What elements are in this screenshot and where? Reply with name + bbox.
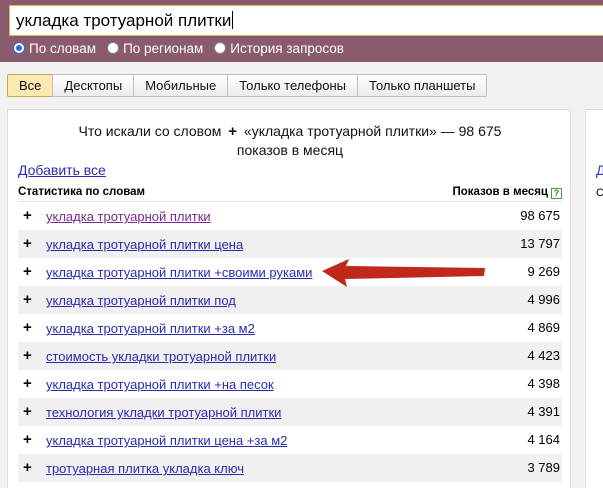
tab-mobile[interactable]: Мобильные bbox=[133, 74, 229, 97]
help-icon[interactable]: ? bbox=[551, 188, 562, 199]
associations-header: С bbox=[596, 187, 603, 199]
shows-count: 98 675 bbox=[520, 208, 560, 223]
associations-add-link[interactable]: Д bbox=[596, 162, 603, 178]
phrase-link[interactable]: укладка тротуарной плитки +за м2 bbox=[46, 315, 255, 343]
table-row: + укладка тротуарной плитки цена +за м2 … bbox=[18, 426, 562, 454]
search-input[interactable]: укладка тротуарной плитки bbox=[9, 5, 603, 36]
search-header: укладка тротуарной плитки По словам По р… bbox=[0, 0, 603, 62]
radio-by-regions[interactable]: По регионам bbox=[107, 41, 203, 56]
text-caret bbox=[232, 11, 234, 29]
shows-count: 4 391 bbox=[527, 404, 560, 419]
table-row: + тротуарная плитка укладка ключ 3 789 bbox=[18, 454, 562, 482]
table-row: + укладка тротуарной плитки +на песок 4 … bbox=[18, 370, 562, 398]
stats-table: + укладка тротуарной плитки 98 675 + укл… bbox=[18, 202, 562, 482]
phrase-link[interactable]: укладка тротуарной плитки под bbox=[46, 287, 236, 315]
device-tabs: Все Десктопы Мобильные Только телефоны Т… bbox=[7, 74, 488, 97]
add-phrase-plus-icon[interactable]: + bbox=[23, 370, 32, 398]
phrase-link[interactable]: стоимость укладки тротуарной плитки bbox=[46, 343, 276, 371]
tab-all[interactable]: Все bbox=[7, 74, 54, 97]
add-phrase-plus-icon[interactable]: + bbox=[23, 258, 32, 286]
phrase-link[interactable]: укладка тротуарной плитки цена +за м2 bbox=[46, 427, 287, 455]
shows-count: 4 164 bbox=[527, 432, 560, 447]
shows-count: 4 423 bbox=[527, 348, 560, 363]
column-header-shows: Показов в месяц? bbox=[452, 182, 562, 202]
tab-desktops[interactable]: Десктопы bbox=[52, 74, 135, 97]
search-query-text: укладка тротуарной плитки bbox=[16, 11, 232, 30]
shows-count: 4 869 bbox=[527, 320, 560, 335]
phrase-link[interactable]: укладка тротуарной плитки +на песок bbox=[46, 371, 274, 399]
table-row: + технология укладки тротуарной плитки 4… bbox=[18, 398, 562, 426]
table-row: + укладка тротуарной плитки +своими рука… bbox=[18, 258, 562, 286]
summary-heading: Что искали со словом + «укладка тротуарн… bbox=[18, 122, 562, 160]
radio-by-words[interactable]: По словам bbox=[13, 41, 96, 56]
tab-tablets-only[interactable]: Только планшеты bbox=[357, 74, 488, 97]
radio-unchecked-icon bbox=[214, 42, 227, 54]
table-row: + укладка тротуарной плитки +за м2 4 869 bbox=[18, 314, 562, 342]
add-phrase-plus-icon[interactable]: + bbox=[23, 342, 32, 370]
table-header: Статистика по словам Показов в месяц? bbox=[18, 182, 562, 202]
add-phrase-plus-icon[interactable]: + bbox=[23, 286, 32, 314]
search-mode-group: По словам По регионам История запросов bbox=[13, 39, 355, 57]
radio-query-history[interactable]: История запросов bbox=[214, 41, 344, 56]
column-header-words: Статистика по словам bbox=[18, 186, 146, 198]
add-phrase-plus-icon[interactable]: + bbox=[23, 454, 32, 482]
summary-prefix: Что искали со словом bbox=[78, 123, 222, 139]
add-phrase-plus-icon[interactable]: + bbox=[23, 314, 32, 342]
shows-count: 4 398 bbox=[527, 376, 560, 391]
phrase-link[interactable]: укладка тротуарной плитки цена bbox=[46, 231, 243, 259]
radio-unchecked-icon bbox=[107, 42, 120, 54]
word-stats-panel: Что искали со словом + «укладка тротуарн… bbox=[7, 109, 571, 488]
phrase-link[interactable]: технология укладки тротуарной плитки bbox=[46, 399, 281, 427]
phrase-link[interactable]: тротуарная плитка укладка ключ bbox=[46, 455, 244, 483]
associations-panel: Д С bbox=[585, 109, 603, 488]
shows-count: 4 996 bbox=[527, 292, 560, 307]
add-phrase-plus-icon[interactable]: + bbox=[23, 398, 32, 426]
summary-suffix: показов в месяц bbox=[236, 142, 344, 158]
table-row: + укладка тротуарной плитки 98 675 bbox=[18, 202, 562, 230]
table-row: + укладка тротуарной плитки цена 13 797 bbox=[18, 230, 562, 258]
summary-phrase: «укладка тротуарной плитки» — 98 675 bbox=[243, 123, 502, 139]
add-all-link[interactable]: Добавить все bbox=[18, 162, 106, 178]
add-phrase-plus-icon[interactable]: + bbox=[23, 426, 32, 454]
radio-query-history-label: История запросов bbox=[230, 40, 344, 56]
column-header-shows-label: Показов в месяц bbox=[452, 186, 549, 198]
shows-count: 3 789 bbox=[527, 460, 560, 475]
plus-icon: + bbox=[228, 123, 238, 140]
table-row: + укладка тротуарной плитки под 4 996 bbox=[18, 286, 562, 314]
shows-count: 9 269 bbox=[527, 264, 560, 279]
phrase-link[interactable]: укладка тротуарной плитки bbox=[46, 203, 211, 231]
shows-count: 13 797 bbox=[520, 236, 560, 251]
table-row: + стоимость укладки тротуарной плитки 4 … bbox=[18, 342, 562, 370]
phrase-link[interactable]: укладка тротуарной плитки +своими руками bbox=[46, 259, 312, 287]
add-phrase-plus-icon[interactable]: + bbox=[23, 230, 32, 258]
tab-phones-only[interactable]: Только телефоны bbox=[227, 74, 359, 97]
radio-by-regions-label: По регионам bbox=[123, 40, 204, 56]
radio-checked-icon bbox=[13, 42, 25, 54]
radio-by-words-label: По словам bbox=[29, 40, 97, 56]
add-phrase-plus-icon[interactable]: + bbox=[23, 202, 32, 230]
